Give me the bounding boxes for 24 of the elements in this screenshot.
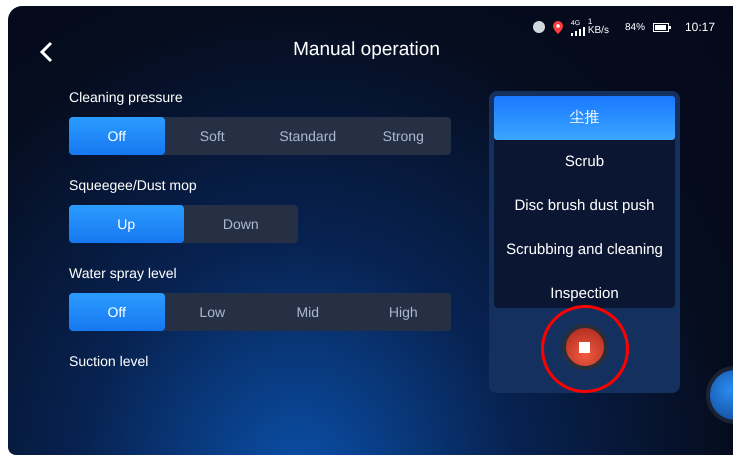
network-speed-value: 1 (588, 18, 592, 26)
setting-label: Suction level (69, 352, 150, 370)
segment-option[interactable]: Soft (164, 117, 260, 155)
segment-option[interactable]: Mid (260, 293, 356, 331)
screen-title: Manual operation (293, 38, 441, 62)
segment-option[interactable]: Up (69, 205, 184, 243)
segment-option[interactable]: Strong (356, 117, 451, 155)
segment-option[interactable]: Off (69, 293, 164, 331)
segment-option[interactable]: Low (164, 293, 260, 331)
setting-label: Cleaning pressure (69, 88, 184, 106)
mode-item[interactable]: Disc brush dust push (494, 184, 675, 228)
network-speed-unit: KB/s (588, 26, 609, 36)
mode-item[interactable]: Scrubbing and cleaning (494, 228, 675, 272)
segment-option[interactable]: High (356, 293, 451, 331)
setting-label: Squeegee/Dust mop (69, 176, 198, 194)
segment-option[interactable]: Down (184, 205, 298, 243)
mode-item[interactable]: Inspection (494, 272, 675, 316)
setting-label: Water spray level (69, 264, 178, 282)
clock-time: 10:17 (684, 19, 715, 36)
segment-option[interactable]: Off (69, 117, 164, 155)
mode-item[interactable]: 尘推 (494, 96, 675, 140)
battery-percent: 84% (624, 20, 645, 34)
mode-item[interactable]: Scrub (494, 140, 675, 184)
segment-option[interactable]: Standard (260, 117, 356, 155)
